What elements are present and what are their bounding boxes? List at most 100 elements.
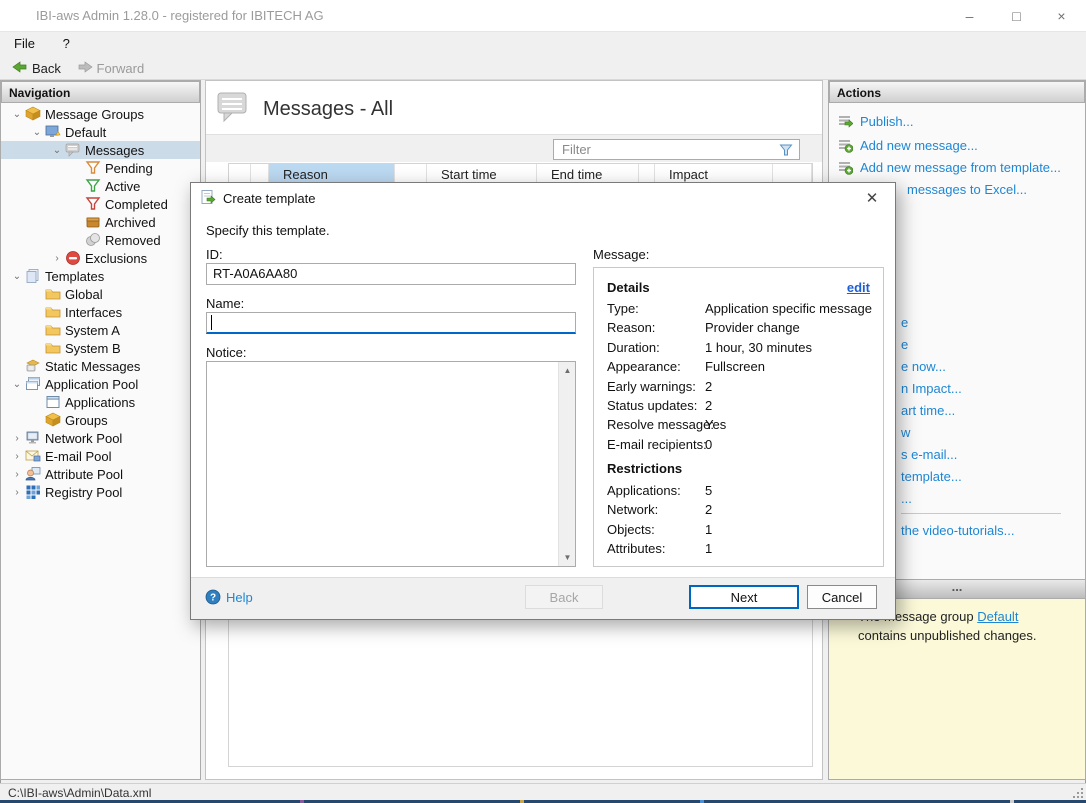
action-fragment[interactable]: e now...	[901, 359, 946, 374]
action-add-new-message-from-template[interactable]: Add new message from template...	[837, 159, 1061, 175]
add-message-icon	[837, 137, 853, 153]
menu-file[interactable]: File	[4, 32, 45, 55]
action-publish[interactable]: Publish...	[837, 113, 913, 129]
add-message-icon	[837, 159, 853, 175]
nav-item-global[interactable]: Global	[1, 285, 200, 303]
detail-row-appearance: Appearance:Fullscreen	[607, 359, 872, 378]
action-fragment[interactable]: e	[901, 337, 908, 352]
nav-item-application-pool[interactable]: ⌄Application Pool	[1, 375, 200, 393]
notice-scrollbar[interactable]: ▲ ▼	[558, 362, 575, 566]
edit-link[interactable]: edit	[847, 280, 870, 295]
chevron-right-icon[interactable]: ›	[9, 484, 25, 500]
detail-label: Reason:	[607, 320, 655, 335]
nav-item-network-pool[interactable]: ›Network Pool	[1, 429, 200, 447]
close-button[interactable]: ×	[1039, 0, 1084, 32]
restrictions-header: Restrictions	[607, 461, 682, 476]
detail-value: 1 hour, 30 minutes	[705, 340, 812, 355]
nav-item-e-mail-pool[interactable]: ›E-mail Pool	[1, 447, 200, 465]
unpublished-changes-note: The message group Default contains unpub…	[829, 599, 1085, 779]
detail-row-objects: Objects:1	[607, 522, 872, 541]
nav-item-label: Applications	[65, 395, 135, 410]
forward-button[interactable]: Forward	[71, 57, 151, 79]
nav-item-attribute-pool[interactable]: ›Attribute Pool	[1, 465, 200, 483]
chevron-down-icon[interactable]: ⌄	[9, 268, 25, 284]
scroll-up-icon[interactable]: ▲	[559, 362, 576, 379]
detail-value: 0	[705, 437, 712, 452]
name-field[interactable]	[206, 312, 576, 334]
dialog-close-icon[interactable]: ✕	[861, 188, 883, 210]
help-link[interactable]: ? Help	[205, 589, 253, 605]
nav-item-interfaces[interactable]: Interfaces	[1, 303, 200, 321]
detail-row-status-updates: Status updates:2	[607, 398, 872, 417]
nav-item-exclusions[interactable]: ›Exclusions	[1, 249, 200, 267]
default-group-link[interactable]: Default	[977, 609, 1018, 624]
action-fragment[interactable]: template...	[901, 469, 962, 484]
nav-item-completed[interactable]: Completed	[1, 195, 200, 213]
detail-value: 2	[705, 502, 712, 517]
detail-value: Application specific message	[705, 301, 872, 316]
detail-value: Yes	[705, 417, 726, 432]
nav-item-archived[interactable]: Archived	[1, 213, 200, 231]
cancel-button[interactable]: Cancel	[807, 585, 877, 609]
next-button[interactable]: Next	[689, 585, 799, 609]
notice-field[interactable]: ▲ ▼	[206, 361, 576, 567]
package-icon	[45, 412, 61, 428]
nav-item-active[interactable]: Active	[1, 177, 200, 195]
messages-title-icon	[216, 89, 250, 123]
nav-item-groups[interactable]: Groups	[1, 411, 200, 429]
action-add-new-message[interactable]: Add new message...	[837, 137, 978, 153]
chevron-right-icon[interactable]: ›	[9, 466, 25, 482]
nav-item-label: Messages	[85, 143, 144, 158]
back-button[interactable]: Back	[6, 57, 67, 79]
registry-icon	[25, 484, 41, 500]
help-icon: ?	[205, 589, 221, 605]
menu-help[interactable]: ?	[53, 32, 80, 55]
static-messages-icon	[25, 358, 41, 374]
nav-item-static-messages[interactable]: Static Messages	[1, 357, 200, 375]
filter-input[interactable]: Filter	[553, 139, 800, 160]
minimize-button[interactable]: –	[947, 0, 992, 32]
nav-item-registry-pool[interactable]: ›Registry Pool	[1, 483, 200, 501]
chevron-spacer	[29, 304, 45, 320]
nav-item-removed[interactable]: Removed	[1, 231, 200, 249]
action-fragment[interactable]: e	[901, 315, 908, 330]
action-fragment[interactable]: s e-mail...	[901, 447, 957, 462]
chevron-right-icon[interactable]: ›	[9, 448, 25, 464]
detail-label: Duration:	[607, 340, 660, 355]
filter-funnel-icon[interactable]	[778, 142, 794, 158]
funnel-orange-icon	[85, 160, 101, 176]
chevron-down-icon[interactable]: ⌄	[9, 106, 25, 122]
dialog-titlebar[interactable]: Create template ✕	[191, 183, 895, 213]
maximize-button[interactable]: □	[994, 0, 1039, 32]
detail-row-duration: Duration: 1 hour, 30 minutes	[607, 340, 872, 359]
action-fragment[interactable]: art time...	[901, 403, 955, 418]
scroll-down-icon[interactable]: ▼	[559, 549, 576, 566]
navigation-header: Navigation	[1, 81, 200, 103]
nav-item-label: Groups	[65, 413, 108, 428]
nav-item-message-groups[interactable]: ⌄Message Groups	[1, 105, 200, 123]
nav-item-system-a[interactable]: System A	[1, 321, 200, 339]
chevron-down-icon[interactable]: ⌄	[49, 142, 65, 158]
chevron-spacer	[69, 178, 85, 194]
details-header: Details	[607, 280, 650, 295]
action-fragment[interactable]: n Impact...	[901, 381, 962, 396]
chevron-right-icon[interactable]: ›	[9, 430, 25, 446]
id-field[interactable]: RT-A0A6AA80	[206, 263, 576, 285]
nav-item-messages[interactable]: ⌄ Messages	[1, 141, 200, 159]
action-video-tutorials-link[interactable]: the video-tutorials...	[901, 523, 1014, 538]
chevron-right-icon[interactable]: ›	[49, 250, 65, 266]
chevron-down-icon[interactable]: ⌄	[9, 376, 25, 392]
nav-item-pending[interactable]: Pending	[1, 159, 200, 177]
nav-item-templates[interactable]: ⌄Templates	[1, 267, 200, 285]
nav-item-system-b[interactable]: System B	[1, 339, 200, 357]
nav-item-default[interactable]: ⌄Default	[1, 123, 200, 141]
removed-coins-icon	[85, 232, 101, 248]
resize-grip[interactable]	[1073, 788, 1083, 798]
detail-label: E-mail recipients:	[607, 437, 707, 452]
funnel-red-icon	[85, 196, 101, 212]
chevron-down-icon[interactable]: ⌄	[29, 124, 45, 140]
back-dialog-button[interactable]: Back	[525, 585, 603, 609]
action-fragment[interactable]: w	[901, 425, 910, 440]
action-fragment[interactable]: ...	[901, 491, 912, 506]
nav-item-applications[interactable]: Applications	[1, 393, 200, 411]
